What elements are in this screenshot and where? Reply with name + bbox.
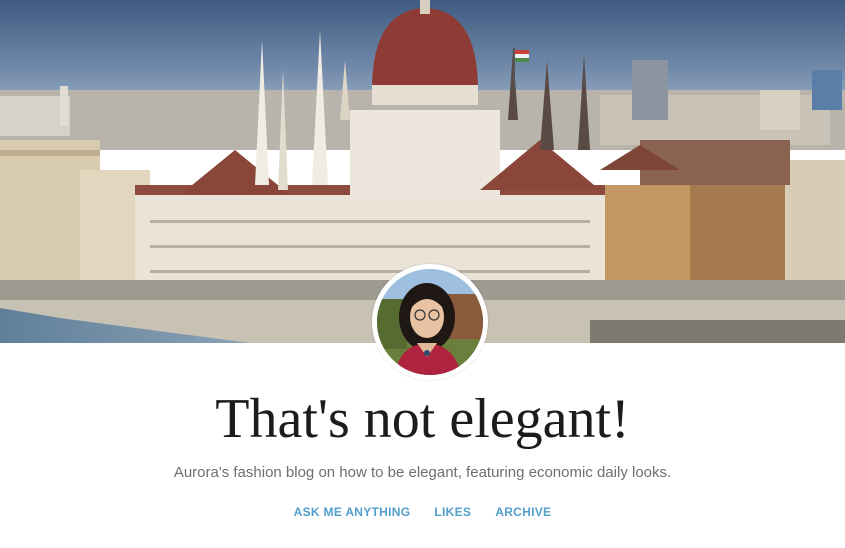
blog-page: That's not elegant! Aurora's fashion blo… — [0, 0, 845, 548]
avatar[interactable] — [377, 269, 483, 375]
blog-nav: ASK ME ANYTHING LIKES ARCHIVE — [0, 503, 845, 521]
nav-likes-link[interactable]: LIKES — [434, 503, 471, 521]
nav-ask-me-anything-link[interactable]: ASK ME ANYTHING — [294, 503, 411, 521]
avatar-frame[interactable] — [372, 264, 488, 380]
nav-archive-link[interactable]: ARCHIVE — [495, 503, 551, 521]
blog-description: Aurora's fashion blog on how to be elega… — [173, 464, 672, 481]
blog-title[interactable]: That's not elegant! — [0, 384, 845, 454]
